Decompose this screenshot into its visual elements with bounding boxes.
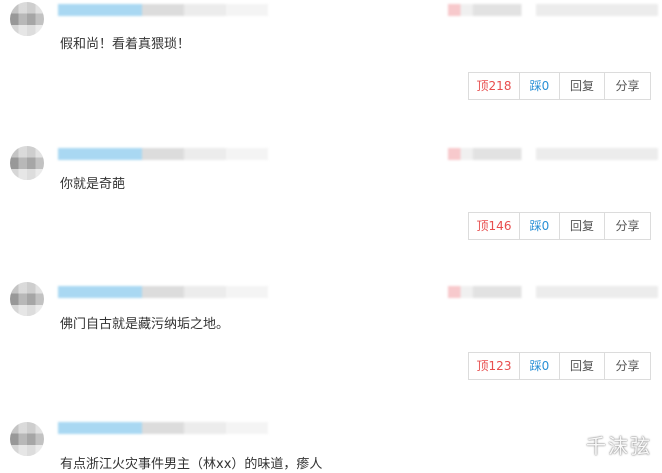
username-blurred[interactable] [58, 148, 268, 160]
avatar[interactable] [10, 282, 44, 316]
downvote-button[interactable]: 踩0 [520, 353, 560, 379]
comment-item: 佛门自古就是藏污纳垢之地。 顶123 踩0 回复 分享 [0, 280, 662, 395]
username-blurred[interactable] [58, 286, 268, 298]
comment-actions: 顶123 踩0 回复 分享 [468, 352, 651, 380]
watermark: 千沫弦 [586, 434, 652, 458]
comment-item: 假和尚！看着真猥琐！ 顶218 踩0 回复 分享 [0, 0, 662, 115]
comment-item: 有点浙江火灾事件男主（林xx）的味道，瘆人 [0, 420, 662, 473]
share-button[interactable]: 分享 [605, 213, 650, 239]
reply-button[interactable]: 回复 [560, 73, 605, 99]
reply-button[interactable]: 回复 [560, 353, 605, 379]
downvote-button[interactable]: 踩0 [520, 213, 560, 239]
upvote-button[interactable]: 顶218 [469, 73, 520, 99]
username-blurred[interactable] [58, 4, 268, 16]
upvote-button[interactable]: 顶123 [469, 353, 520, 379]
comment-actions: 顶218 踩0 回复 分享 [468, 72, 651, 100]
comment-text: 假和尚！看着真猥琐！ [60, 37, 191, 52]
reply-button[interactable]: 回复 [560, 213, 605, 239]
share-button[interactable]: 分享 [605, 353, 650, 379]
comment-meta-blurred [448, 148, 658, 160]
username-blurred[interactable] [58, 422, 268, 434]
downvote-button[interactable]: 踩0 [520, 73, 560, 99]
comment-item: 你就是奇葩 顶146 踩0 回复 分享 [0, 140, 662, 255]
avatar[interactable] [10, 146, 44, 180]
comment-meta-blurred [448, 286, 658, 298]
comment-actions: 顶146 踩0 回复 分享 [468, 212, 651, 240]
comment-text: 有点浙江火灾事件男主（林xx）的味道，瘆人 [60, 457, 323, 472]
upvote-button[interactable]: 顶146 [469, 213, 520, 239]
comment-text: 你就是奇葩 [60, 177, 126, 192]
comment-text: 佛门自古就是藏污纳垢之地。 [60, 317, 230, 332]
avatar[interactable] [10, 422, 44, 456]
share-button[interactable]: 分享 [605, 73, 650, 99]
comment-meta-blurred [448, 4, 658, 16]
avatar[interactable] [10, 2, 44, 36]
